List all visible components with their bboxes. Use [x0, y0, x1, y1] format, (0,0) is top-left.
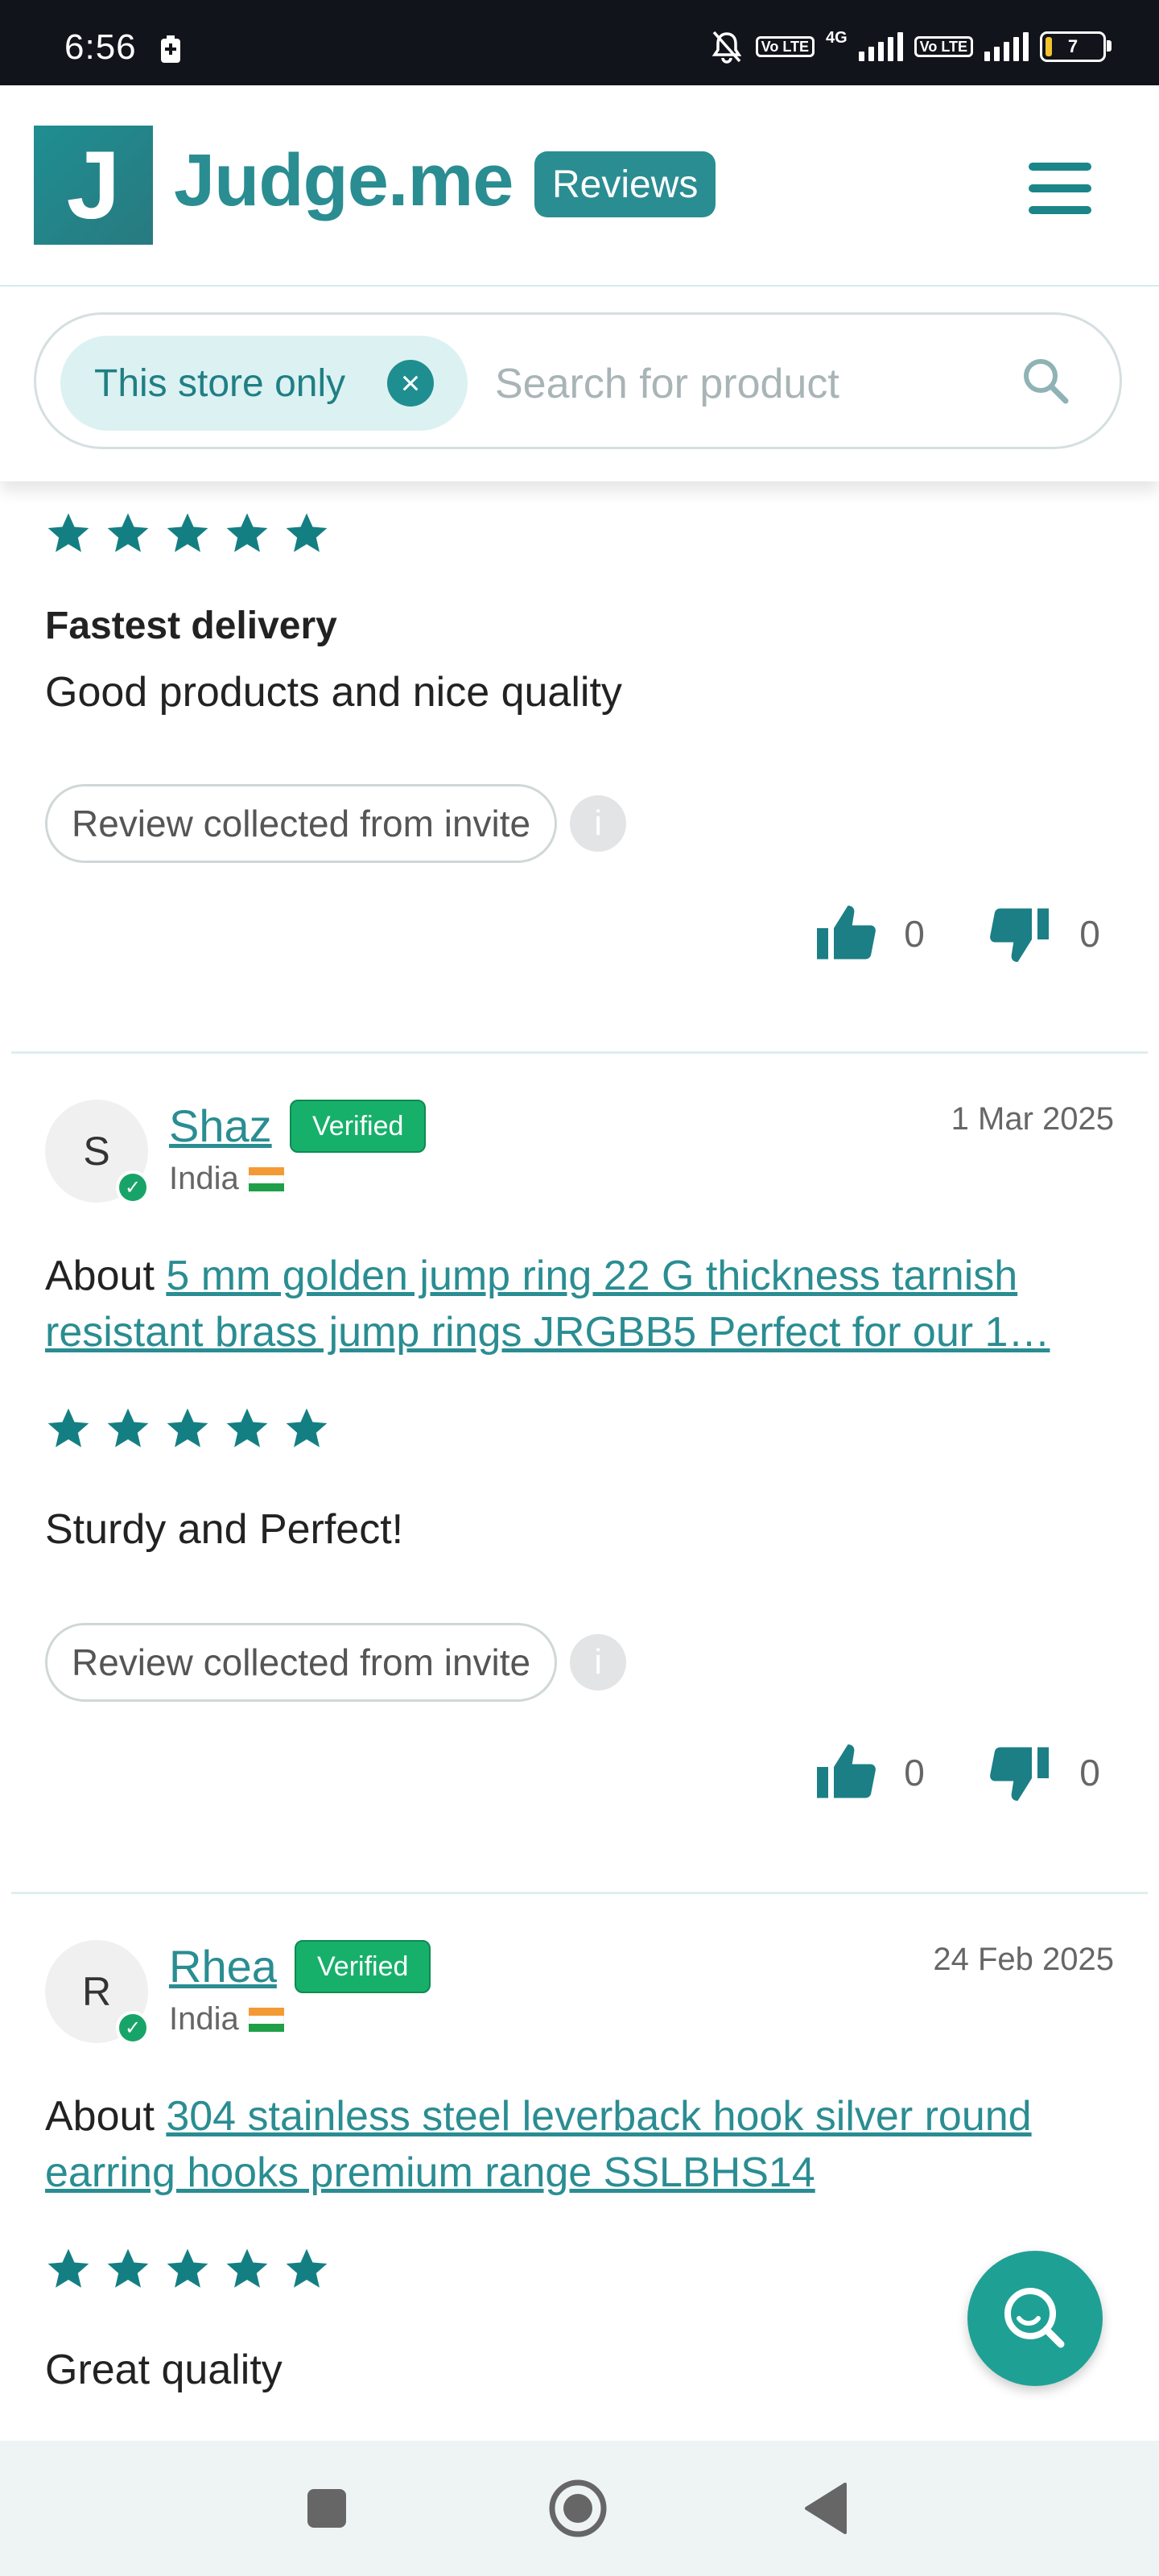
- review-title: Fastest delivery: [45, 605, 337, 647]
- star-icon: [107, 2248, 149, 2288]
- review-body: Sturdy and Perfect!: [45, 1506, 404, 1553]
- battery-saver-icon: [161, 35, 180, 63]
- search-icon: [1004, 2288, 1065, 2348]
- star-icon: [226, 1408, 268, 1447]
- review-divider: [11, 1892, 1148, 1894]
- logo-letter: J: [66, 131, 121, 239]
- reviewer-country: India: [169, 2001, 284, 2037]
- vote-row: 0 0: [811, 1739, 1114, 1806]
- network-type: 4G: [825, 29, 848, 47]
- vote-row: 0 0: [811, 900, 1114, 968]
- reviewer-name[interactable]: Shaz: [169, 1100, 272, 1152]
- star-icon: [226, 2248, 268, 2288]
- star-icon: [286, 1408, 328, 1447]
- brand-name[interactable]: Judge.me: [174, 138, 514, 223]
- avatar-initial: R: [81, 1969, 112, 2014]
- status-bar: 6:56 Vo LTE 4G Vo LTE 7: [0, 0, 1159, 85]
- star-icon: [167, 1408, 208, 1447]
- country-name: India: [169, 2001, 239, 2037]
- star-rating: [45, 510, 330, 557]
- site-header: J Judge.me Reviews: [0, 85, 1159, 287]
- thumbs-up-icon[interactable]: [811, 900, 879, 968]
- info-icon[interactable]: i: [570, 1634, 627, 1690]
- dislike-count: 0: [1079, 1752, 1100, 1794]
- verified-check-icon: ✓: [116, 2011, 150, 2045]
- mute-bell-icon: [711, 31, 741, 64]
- review-source-row: Review collected from invite i: [45, 1623, 627, 1702]
- reviewer-country: India: [169, 1161, 284, 1197]
- store-filter-chip[interactable]: This store only ×: [60, 336, 468, 431]
- search-placeholder[interactable]: Search for product: [495, 360, 839, 408]
- review-card: Fastest delivery Good products and nice …: [0, 481, 1159, 1053]
- thumbs-down-icon[interactable]: [987, 1739, 1054, 1806]
- judgeme-logo[interactable]: J: [34, 126, 153, 245]
- home-button-icon[interactable]: [547, 2478, 608, 2539]
- product-link[interactable]: 304 stainless steel leverback hook silve…: [45, 2093, 1032, 2196]
- floating-search-button[interactable]: [967, 2251, 1103, 2386]
- review-source-row: Review collected from invite i: [45, 784, 627, 863]
- thumbs-down-icon[interactable]: [987, 900, 1054, 968]
- review-source-pill[interactable]: Review collected from invite: [45, 784, 558, 863]
- review-source-pill[interactable]: Review collected from invite: [45, 1623, 558, 1702]
- info-icon[interactable]: i: [570, 795, 627, 852]
- review-card: S ✓ Shaz Verified India 1 Mar 2025 About…: [0, 1055, 1159, 1892]
- about-prefix: About: [45, 2093, 155, 2140]
- review-body: Good products and nice quality: [45, 669, 622, 716]
- thumbs-up-icon[interactable]: [811, 1739, 879, 1806]
- verified-badge: Verified: [290, 1100, 427, 1153]
- star-icon: [107, 513, 149, 552]
- review-body: Great quality: [45, 2347, 283, 2393]
- product-reference: About 304 stainless steel leverback hook…: [45, 2088, 1116, 2201]
- star-icon: [226, 513, 268, 552]
- about-prefix: About: [45, 1253, 155, 1299]
- close-icon[interactable]: ×: [387, 360, 434, 407]
- india-flag-icon: [248, 1166, 284, 1191]
- like-count: 0: [904, 913, 925, 955]
- star-icon: [47, 2248, 89, 2288]
- star-rating: [45, 2246, 330, 2293]
- dislike-count: 0: [1079, 913, 1100, 955]
- avatar-initial: S: [83, 1129, 110, 1174]
- signal-1-icon: [858, 32, 903, 61]
- signal-2-icon: [984, 32, 1029, 61]
- star-icon: [286, 513, 328, 552]
- reviewer-name[interactable]: Rhea: [169, 1940, 277, 1992]
- review-date: 24 Feb 2025: [933, 1942, 1114, 1977]
- battery-icon: 7: [1040, 31, 1112, 62]
- star-icon: [47, 1408, 89, 1447]
- india-flag-icon: [248, 2007, 284, 2032]
- recents-button-icon[interactable]: [304, 2486, 349, 2531]
- star-icon: [167, 513, 208, 552]
- system-nav-bar: [0, 2441, 1159, 2576]
- volte-badge-1: Vo LTE: [755, 36, 815, 57]
- product-link[interactable]: 5 mm golden jump ring 22 G thickness tar…: [45, 1253, 1050, 1356]
- avatar: R ✓: [45, 1940, 150, 2045]
- search-bar: This store only × Search for product: [0, 287, 1159, 481]
- star-icon: [107, 1408, 149, 1447]
- search-input[interactable]: This store only × Search for product: [34, 312, 1122, 449]
- back-button-icon[interactable]: [802, 2481, 850, 2536]
- verified-badge: Verified: [295, 1940, 431, 1993]
- battery-level: 7: [1067, 36, 1079, 56]
- star-icon: [47, 513, 89, 552]
- status-time: 6:56: [64, 27, 137, 67]
- like-count: 0: [904, 1752, 925, 1794]
- review-divider: [11, 1051, 1148, 1054]
- product-reference: About 5 mm golden jump ring 22 G thickne…: [45, 1248, 1116, 1360]
- reviews-pill: Reviews: [534, 151, 716, 217]
- star-icon: [286, 2248, 328, 2288]
- star-rating: [45, 1406, 330, 1452]
- hamburger-menu-icon[interactable]: [1029, 163, 1091, 214]
- store-filter-label: This store only: [94, 361, 346, 405]
- status-icons: Vo LTE 4G Vo LTE 7: [709, 29, 1112, 64]
- avatar: S ✓: [45, 1100, 150, 1204]
- country-name: India: [169, 1161, 239, 1196]
- review-date: 1 Mar 2025: [951, 1101, 1114, 1137]
- verified-check-icon: ✓: [116, 1170, 150, 1204]
- volte-badge-2: Vo LTE: [914, 36, 973, 57]
- star-icon: [167, 2248, 208, 2288]
- search-icon[interactable]: [1018, 353, 1074, 410]
